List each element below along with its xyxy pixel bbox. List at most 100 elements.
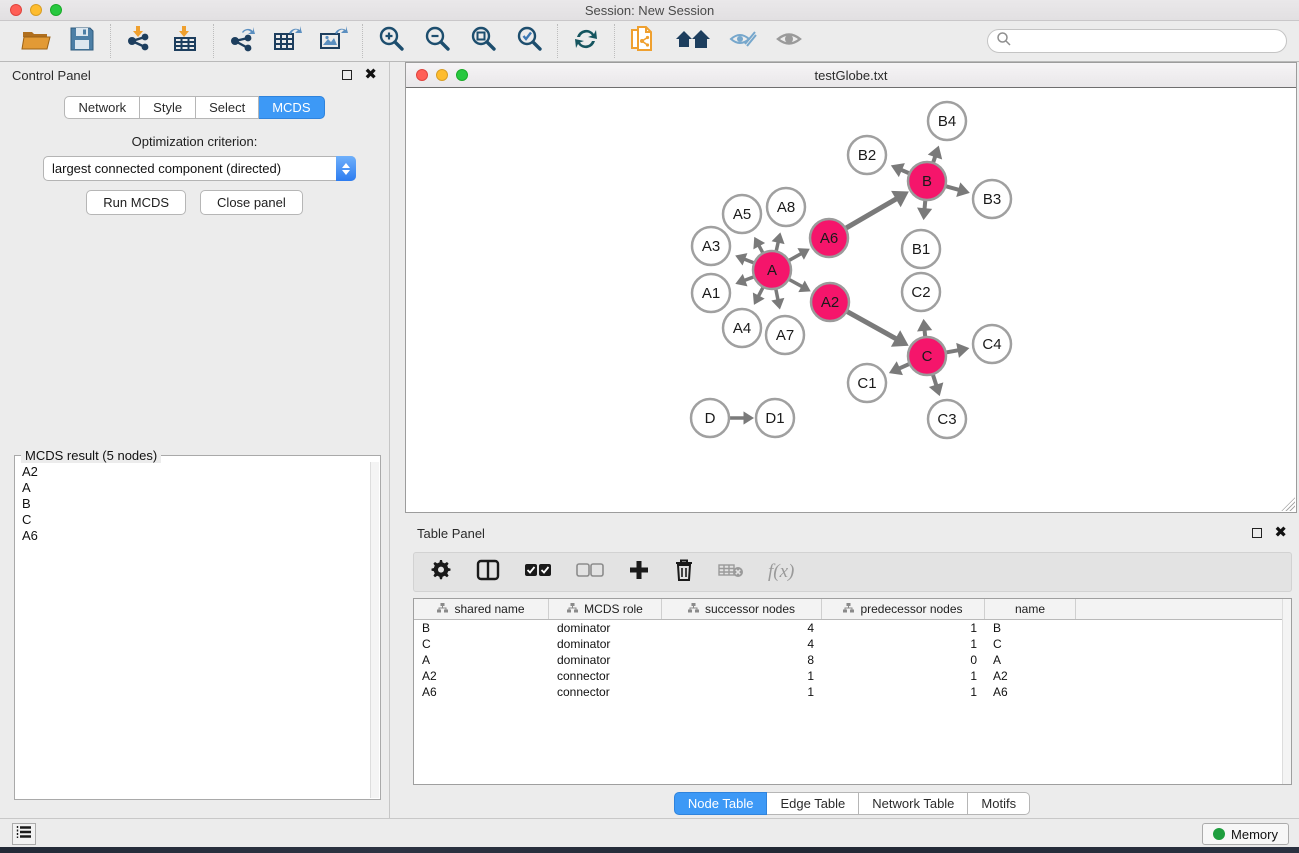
float-table-panel-icon[interactable] — [1252, 528, 1262, 538]
table-cell[interactable]: 1 — [822, 669, 985, 683]
graph-node-D1[interactable]: D1 — [756, 399, 794, 437]
tab-node-table[interactable]: Node Table — [674, 792, 768, 815]
graph-node-B[interactable]: B — [908, 162, 946, 200]
memory-button[interactable]: Memory — [1202, 823, 1289, 845]
result-item[interactable]: B — [22, 496, 364, 512]
table-cell[interactable]: B — [414, 621, 549, 635]
table-cell[interactable]: B — [985, 621, 1076, 635]
table-cell[interactable]: 1 — [822, 621, 985, 635]
graph-node-A7[interactable]: A7 — [766, 316, 804, 354]
table-row[interactable]: Cdominator41C — [414, 636, 1291, 652]
network-maximize-button[interactable] — [456, 69, 468, 81]
zoom-out-button[interactable] — [421, 26, 453, 56]
graph-node-A8[interactable]: A8 — [767, 188, 805, 226]
import-network-button[interactable] — [123, 26, 155, 56]
export-image-button[interactable] — [318, 26, 350, 56]
close-table-panel-icon[interactable]: ✖ — [1274, 528, 1287, 538]
search-input[interactable] — [987, 29, 1287, 53]
tab-edge-table[interactable]: Edge Table — [767, 792, 859, 815]
result-item[interactable]: A2 — [22, 464, 364, 480]
table-cell[interactable]: dominator — [549, 653, 662, 667]
tab-network-table[interactable]: Network Table — [859, 792, 968, 815]
add-column-button[interactable] — [628, 559, 650, 586]
optimization-criterion-select[interactable]: largest connected component (directed) — [43, 156, 356, 181]
hide-details-button[interactable] — [727, 26, 759, 56]
tab-mcds[interactable]: MCDS — [259, 96, 324, 119]
tab-network[interactable]: Network — [64, 96, 140, 119]
result-item[interactable]: C — [22, 512, 364, 528]
delete-column-button[interactable] — [674, 558, 694, 587]
new-network-button[interactable] — [627, 26, 659, 56]
network-window-titlebar[interactable]: testGlobe.txt — [406, 63, 1296, 88]
table-cell[interactable]: A — [414, 653, 549, 667]
column-header-predecessor-nodes[interactable]: predecessor nodes — [822, 599, 985, 619]
mcds-result-list[interactable]: A2ABCA6 — [16, 462, 370, 798]
graph-node-A2[interactable]: A2 — [811, 283, 849, 321]
show-panels-button[interactable] — [12, 823, 36, 845]
tab-select[interactable]: Select — [196, 96, 259, 119]
table-cell[interactable]: C — [414, 637, 549, 651]
graph-node-C1[interactable]: C1 — [848, 364, 886, 402]
graph-node-C2[interactable]: C2 — [902, 273, 940, 311]
table-cell[interactable]: C — [985, 637, 1076, 651]
resize-grip[interactable] — [1281, 497, 1295, 511]
table-cell[interactable]: connector — [549, 685, 662, 699]
select-all-rows-button[interactable] — [524, 563, 552, 582]
column-selector-button[interactable] — [476, 559, 500, 586]
graph-node-D[interactable]: D — [691, 399, 729, 437]
open-file-button[interactable] — [20, 26, 52, 56]
zoom-in-button[interactable] — [375, 26, 407, 56]
graph-node-A5[interactable]: A5 — [723, 195, 761, 233]
float-panel-icon[interactable] — [342, 70, 352, 80]
column-header-successor-nodes[interactable]: successor nodes — [662, 599, 822, 619]
export-table-button[interactable] — [272, 26, 304, 56]
tab-motifs[interactable]: Motifs — [968, 792, 1030, 815]
result-item[interactable]: A6 — [22, 528, 364, 544]
import-table-button[interactable] — [169, 26, 201, 56]
graph-node-B2[interactable]: B2 — [848, 136, 886, 174]
table-row[interactable]: Adominator80A — [414, 652, 1291, 668]
graph-node-A6[interactable]: A6 — [810, 219, 848, 257]
table-cell[interactable]: A2 — [985, 669, 1076, 683]
graph-node-B1[interactable]: B1 — [902, 230, 940, 268]
home-button[interactable] — [673, 26, 713, 56]
table-cell[interactable]: 1 — [822, 637, 985, 651]
tab-style[interactable]: Style — [140, 96, 196, 119]
graph-node-B3[interactable]: B3 — [973, 180, 1011, 218]
table-cell[interactable]: 1 — [822, 685, 985, 699]
graph-node-A[interactable]: A — [753, 251, 791, 289]
table-cell[interactable]: 0 — [822, 653, 985, 667]
table-cell[interactable]: 1 — [662, 685, 822, 699]
table-cell[interactable]: dominator — [549, 621, 662, 635]
graph-node-A4[interactable]: A4 — [723, 309, 761, 347]
table-row[interactable]: A6connector11A6 — [414, 684, 1291, 700]
column-header-shared-name[interactable]: shared name — [414, 599, 549, 619]
graph-node-C[interactable]: C — [908, 337, 946, 375]
table-cell[interactable]: A — [985, 653, 1076, 667]
delete-table-button[interactable] — [718, 561, 744, 584]
close-panel-button[interactable]: Close panel — [200, 190, 303, 215]
column-header-name[interactable]: name — [985, 599, 1076, 619]
run-mcds-button[interactable]: Run MCDS — [86, 190, 186, 215]
export-network-button[interactable] — [226, 26, 258, 56]
result-scrollbar[interactable] — [370, 462, 379, 798]
table-cell[interactable]: connector — [549, 669, 662, 683]
maximize-window-button[interactable] — [50, 4, 62, 16]
table-cell[interactable]: A6 — [414, 685, 549, 699]
close-window-button[interactable] — [10, 4, 22, 16]
graph-node-C4[interactable]: C4 — [973, 325, 1011, 363]
zoom-fit-button[interactable] — [467, 26, 499, 56]
deselect-all-rows-button[interactable] — [576, 563, 604, 582]
column-header-MCDS-role[interactable]: MCDS role — [549, 599, 662, 619]
network-close-button[interactable] — [416, 69, 428, 81]
table-cell[interactable]: A2 — [414, 669, 549, 683]
close-panel-icon[interactable]: ✖ — [364, 70, 377, 80]
show-details-button[interactable] — [773, 26, 805, 56]
apply-function-button[interactable]: f(x) — [768, 561, 794, 583]
table-cell[interactable]: 4 — [662, 621, 822, 635]
graph-node-A1[interactable]: A1 — [692, 274, 730, 312]
table-cell[interactable]: dominator — [549, 637, 662, 651]
table-scrollbar[interactable] — [1282, 599, 1291, 784]
minimize-window-button[interactable] — [30, 4, 42, 16]
table-cell[interactable]: 8 — [662, 653, 822, 667]
